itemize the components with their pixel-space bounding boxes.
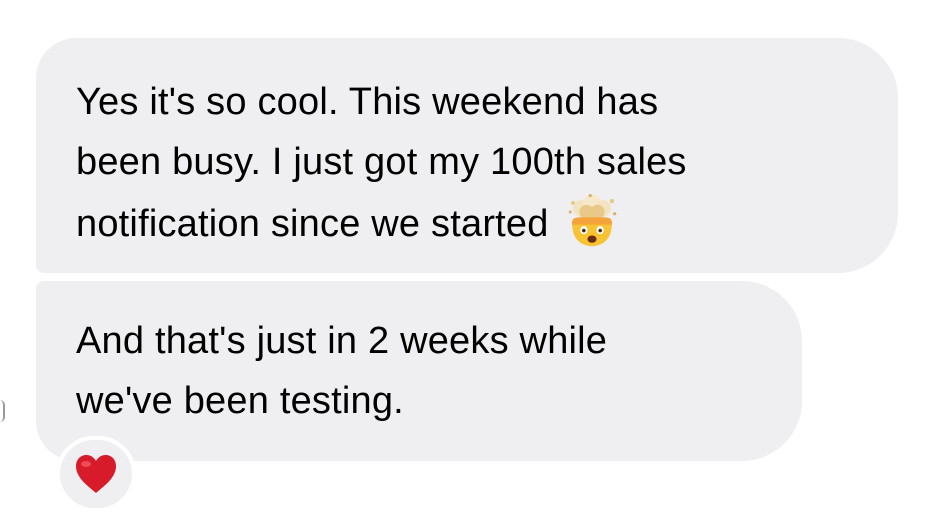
message-text-line: we've been testing. [76, 380, 404, 422]
message-text-line: And that's just in 2 weeks while [76, 320, 608, 362]
message-bubble[interactable]: And that's just in 2 weeks while we've b… [36, 281, 802, 461]
exploding-head-icon [568, 193, 616, 247]
message-text: notification since we started [76, 203, 549, 245]
scroll-edge-indicator [0, 400, 5, 422]
message-text-line: notification since we started [76, 192, 898, 254]
message-bubble[interactable]: Yes it's so cool. This weekend has been … [36, 38, 898, 273]
message-text-line: Yes it's so cool. This weekend has [76, 81, 659, 123]
message-text-line: been busy. I just got my 100th sales [76, 141, 687, 183]
reaction-badge[interactable] [56, 436, 136, 512]
red-heart-icon [76, 455, 116, 493]
